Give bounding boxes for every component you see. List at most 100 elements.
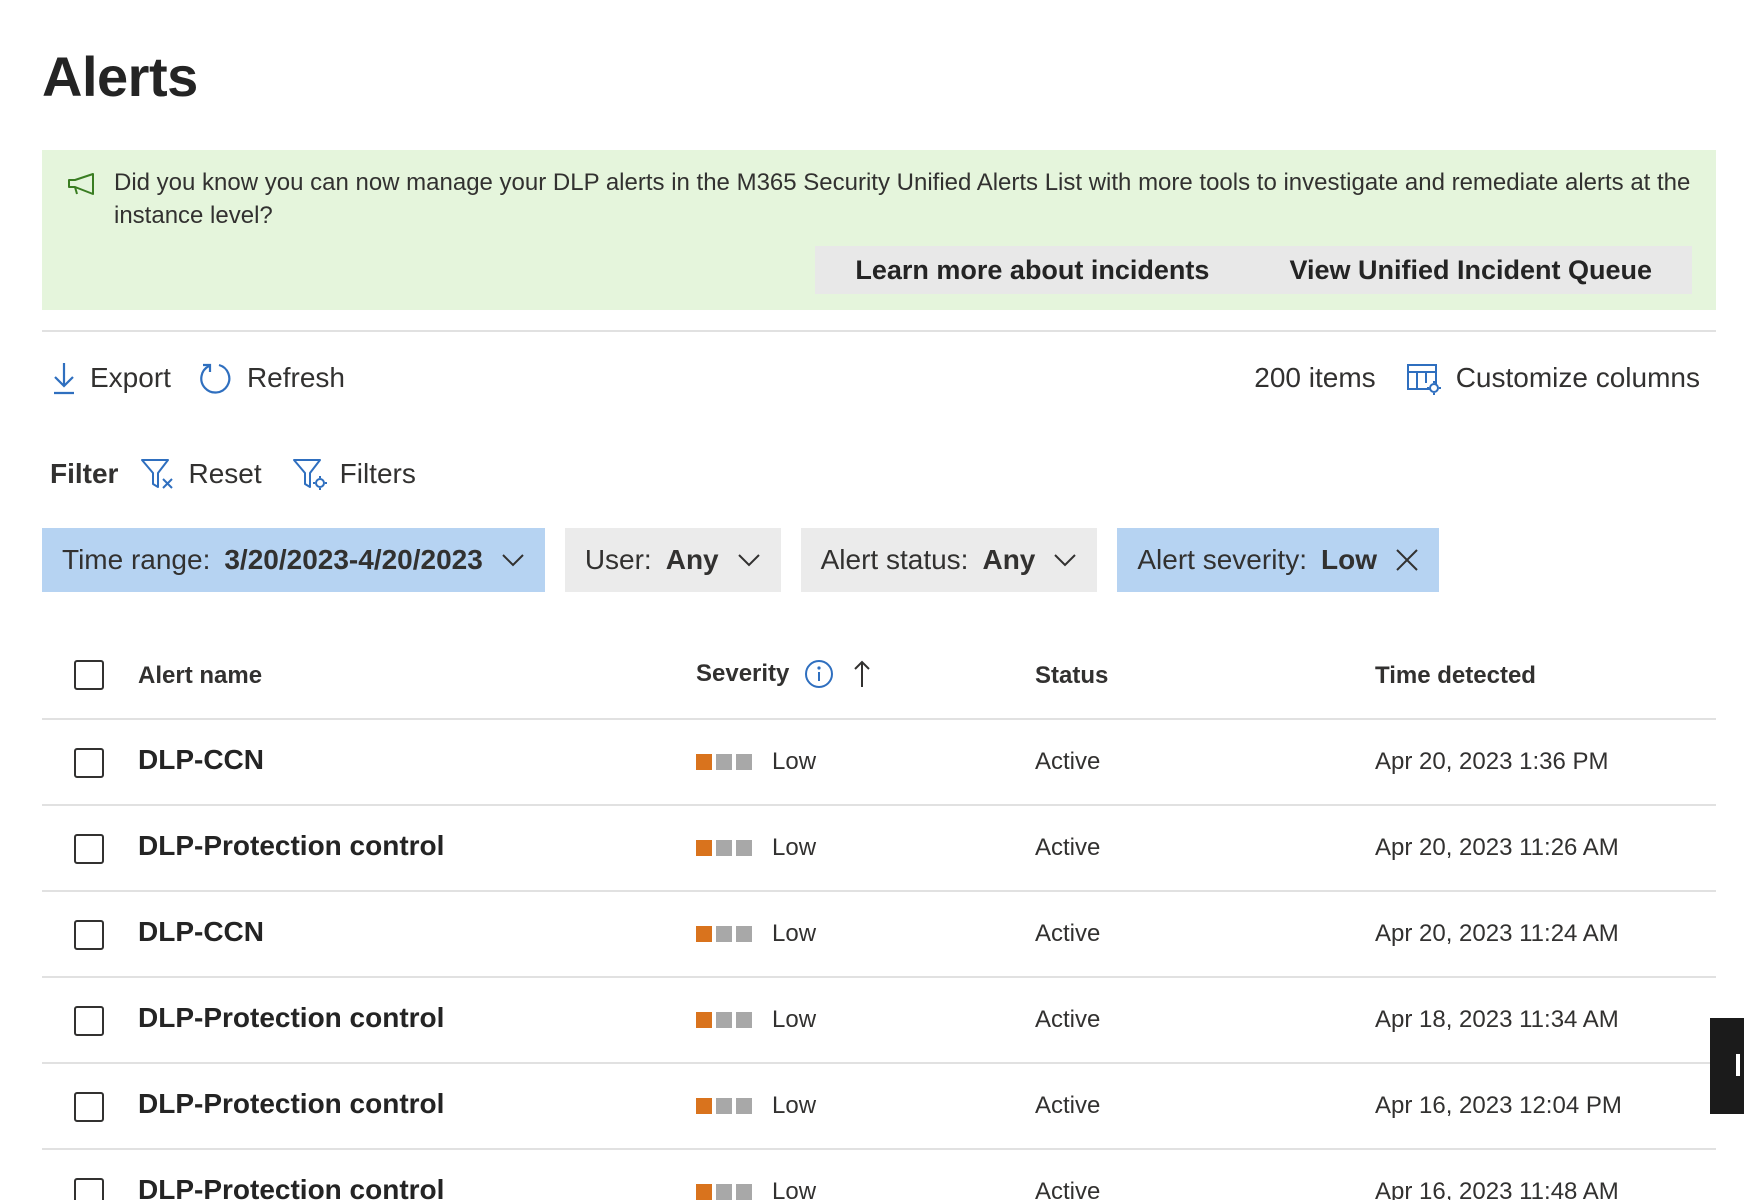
divider bbox=[42, 330, 1716, 332]
severity-indicator bbox=[696, 754, 756, 770]
severity-label: Low bbox=[772, 920, 817, 947]
severity-label: Low bbox=[772, 1092, 817, 1119]
item-count: 200 items bbox=[1254, 362, 1376, 393]
megaphone-icon bbox=[68, 173, 94, 195]
reset-filters-button[interactable]: Reset bbox=[140, 457, 262, 491]
close-icon[interactable] bbox=[1395, 548, 1419, 572]
filter-label: Filter bbox=[50, 458, 119, 489]
user-filter-chip[interactable]: User: Any bbox=[564, 528, 781, 592]
table-row[interactable]: DLP-Protection control Low Active Apr 16… bbox=[42, 1064, 1716, 1150]
severity-cell: Low bbox=[696, 748, 816, 776]
table-row[interactable]: DLP-Protection control Low Active Apr 16… bbox=[42, 1150, 1716, 1200]
export-button[interactable]: Export bbox=[52, 361, 171, 395]
chip-key: Alert severity: bbox=[1137, 544, 1307, 575]
chip-key: Time range: bbox=[62, 544, 211, 575]
time-detected-cell: Apr 20, 2023 11:26 AM bbox=[1375, 834, 1619, 861]
severity-header-label: Severity bbox=[696, 660, 790, 687]
side-panel-tab-notch bbox=[1736, 1054, 1740, 1076]
severity-label: Low bbox=[772, 748, 817, 775]
command-bar: Export Refresh bbox=[52, 356, 373, 400]
view-unified-incident-queue-button[interactable]: View Unified Incident Queue bbox=[1249, 246, 1692, 294]
banner-actions: Learn more about incidents View Unified … bbox=[815, 246, 1692, 294]
status-cell: Active bbox=[1035, 920, 1101, 947]
filter-bar: Filter Reset Filters bbox=[50, 452, 446, 496]
severity-indicator bbox=[696, 1012, 756, 1028]
status-cell: Active bbox=[1035, 1092, 1101, 1119]
row-checkbox[interactable] bbox=[74, 1006, 104, 1036]
download-icon bbox=[54, 363, 74, 395]
filter-reset-icon bbox=[141, 459, 174, 489]
severity-indicator bbox=[696, 1098, 756, 1114]
alert-name-link[interactable]: DLP-Protection control bbox=[138, 1002, 444, 1034]
severity-label: Low bbox=[772, 1006, 817, 1033]
table-row[interactable]: DLP-CCN Low Active Apr 20, 2023 11:24 AM bbox=[42, 892, 1716, 978]
chip-value: Any bbox=[982, 544, 1036, 575]
chevron-down-icon bbox=[502, 554, 524, 567]
severity-cell: Low bbox=[696, 1178, 816, 1200]
sort-ascending-icon[interactable] bbox=[853, 659, 871, 689]
info-banner: Did you know you can now manage your DLP… bbox=[42, 150, 1716, 310]
status-cell: Active bbox=[1035, 748, 1101, 775]
time-range-filter-chip[interactable]: Time range: 3/20/2023-4/20/2023 bbox=[42, 528, 545, 592]
severity-indicator bbox=[696, 840, 756, 856]
severity-indicator bbox=[696, 926, 756, 942]
filters-label: Filters bbox=[339, 458, 416, 489]
severity-indicator bbox=[696, 1184, 756, 1200]
column-header-status[interactable]: Status bbox=[1035, 662, 1108, 690]
filter-settings-icon bbox=[292, 459, 327, 490]
row-checkbox[interactable] bbox=[74, 1178, 104, 1200]
row-checkbox[interactable] bbox=[74, 1092, 104, 1122]
column-header-severity[interactable]: Severity bbox=[696, 658, 871, 690]
chip-key: Alert status: bbox=[820, 544, 969, 575]
customize-columns-button[interactable]: Customize columns bbox=[1406, 361, 1700, 395]
alert-severity-filter-chip[interactable]: Alert severity: Low bbox=[1117, 528, 1439, 592]
export-label: Export bbox=[90, 362, 171, 393]
column-header-alert-name[interactable]: Alert name bbox=[138, 662, 262, 690]
status-cell: Active bbox=[1035, 1006, 1101, 1033]
alert-name-link[interactable]: DLP-Protection control bbox=[138, 1174, 444, 1200]
filters-button[interactable]: Filters bbox=[292, 457, 416, 491]
time-detected-cell: Apr 16, 2023 12:04 PM bbox=[1375, 1092, 1622, 1119]
severity-label: Low bbox=[772, 1178, 817, 1200]
row-checkbox[interactable] bbox=[74, 920, 104, 950]
refresh-button[interactable]: Refresh bbox=[199, 361, 345, 395]
command-bar-right: 200 items Customize columns bbox=[1254, 356, 1700, 400]
chip-value: 3/20/2023-4/20/2023 bbox=[224, 544, 483, 575]
time-detected-cell: Apr 20, 2023 11:24 AM bbox=[1375, 920, 1619, 947]
banner-message: Did you know you can now manage your DLP… bbox=[114, 169, 1691, 229]
select-all-checkbox[interactable] bbox=[74, 660, 104, 690]
time-detected-cell: Apr 16, 2023 11:48 AM bbox=[1375, 1178, 1619, 1200]
alert-name-link[interactable]: DLP-Protection control bbox=[138, 830, 444, 862]
chevron-down-icon bbox=[1054, 554, 1077, 567]
column-header-time-detected[interactable]: Time detected bbox=[1375, 662, 1536, 690]
status-cell: Active bbox=[1035, 834, 1101, 861]
customize-columns-icon bbox=[1406, 364, 1441, 395]
filter-chips: Time range: 3/20/2023-4/20/2023 User: An… bbox=[42, 528, 1459, 592]
severity-label: Low bbox=[772, 834, 817, 861]
status-cell: Active bbox=[1035, 1178, 1101, 1200]
row-checkbox[interactable] bbox=[74, 834, 104, 864]
table-row[interactable]: DLP-Protection control Low Active Apr 20… bbox=[42, 806, 1716, 892]
customize-columns-label: Customize columns bbox=[1455, 362, 1700, 393]
severity-cell: Low bbox=[696, 1006, 816, 1034]
alerts-table: Alert name Severity Status Time detected… bbox=[42, 640, 1716, 1200]
refresh-label: Refresh bbox=[246, 362, 345, 393]
alert-status-filter-chip[interactable]: Alert status: Any bbox=[800, 528, 1098, 592]
severity-cell: Low bbox=[696, 834, 816, 862]
table-header: Alert name Severity Status Time detected bbox=[42, 640, 1716, 720]
side-panel-tab[interactable] bbox=[1710, 1018, 1744, 1114]
severity-cell: Low bbox=[696, 1092, 816, 1120]
chip-value: Low bbox=[1320, 544, 1377, 575]
chevron-down-icon bbox=[737, 554, 760, 567]
table-row[interactable]: DLP-Protection control Low Active Apr 18… bbox=[42, 978, 1716, 1064]
alert-name-link[interactable]: DLP-CCN bbox=[138, 744, 264, 776]
table-row[interactable]: DLP-CCN Low Active Apr 20, 2023 1:36 PM bbox=[42, 720, 1716, 806]
learn-more-incidents-button[interactable]: Learn more about incidents bbox=[815, 246, 1249, 294]
chip-key: User: bbox=[584, 544, 652, 575]
row-checkbox[interactable] bbox=[74, 748, 104, 778]
chip-value: Any bbox=[665, 544, 719, 575]
alert-name-link[interactable]: DLP-CCN bbox=[138, 916, 264, 948]
info-icon[interactable] bbox=[803, 658, 835, 690]
reset-label: Reset bbox=[188, 458, 262, 489]
alert-name-link[interactable]: DLP-Protection control bbox=[138, 1088, 444, 1120]
